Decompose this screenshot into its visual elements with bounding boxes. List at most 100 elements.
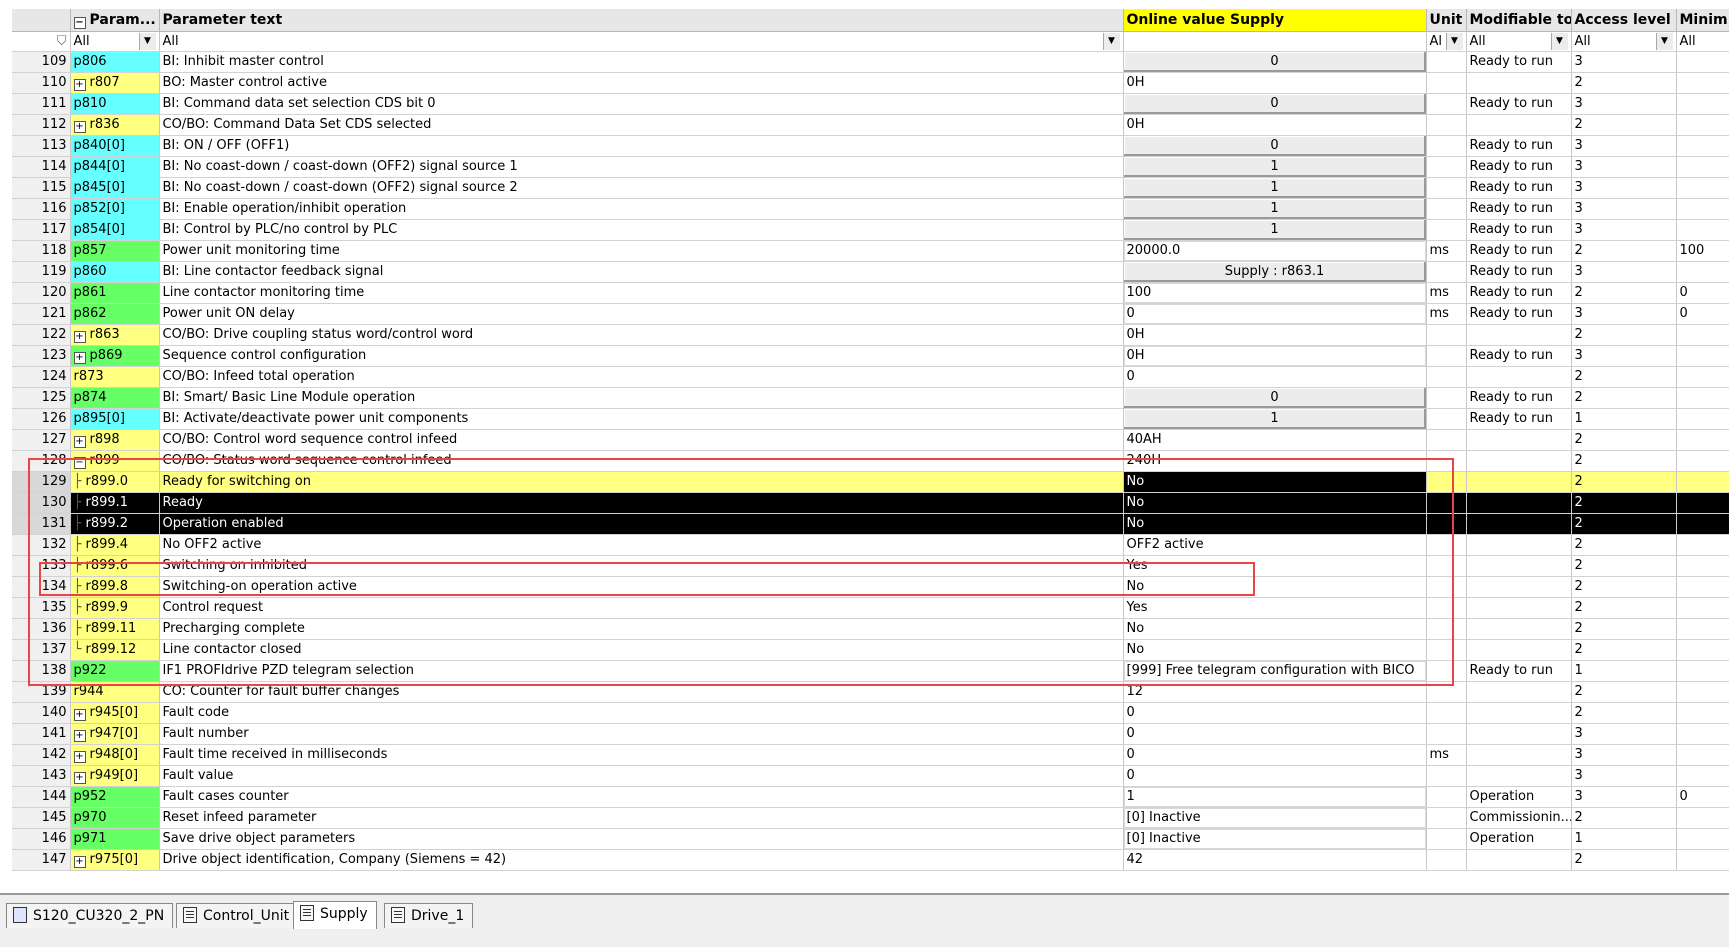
row-number[interactable]: 138 [12, 660, 71, 682]
table-row[interactable]: 128− r899 CO/BO: Status word sequence cont… [12, 450, 1729, 472]
modifiable-filter-dropdown[interactable]: All ▼ [1470, 33, 1568, 50]
online-value-button[interactable]: 1 [1123, 198, 1427, 220]
parameter-id[interactable]: p922 [70, 660, 160, 682]
expand-icon[interactable]: + [73, 730, 86, 742]
expand-icon[interactable]: + [73, 856, 86, 868]
parameter-id[interactable]: ├ r899.8 [70, 576, 160, 598]
parameter-id[interactable]: p854[0] [70, 219, 160, 241]
online-value-button[interactable]: 0 [1123, 93, 1427, 115]
row-number[interactable]: 139 [12, 681, 71, 703]
parameter-id[interactable]: p845[0] [70, 177, 160, 199]
row-number[interactable]: 142 [12, 744, 71, 766]
row-number[interactable]: 115 [12, 177, 71, 199]
table-row[interactable]: 119 p860 BI: Line contactor feedback signa… [12, 261, 1729, 283]
table-row[interactable]: 122 + r863 CO/BO: Drive coupling status wor… [12, 324, 1729, 346]
chevron-down-icon[interactable]: ▼ [1550, 33, 1568, 50]
parameter-id[interactable]: p952 [70, 786, 160, 808]
parameter-id[interactable]: ├ r899.11 [70, 618, 160, 640]
table-row[interactable]: 141 + r947[0] Fault number 0 3 [12, 723, 1729, 745]
column-header-parameter[interactable]: − Param... [70, 9, 160, 32]
table-row[interactable]: 127 + r898 CO/BO: Control word sequence con… [12, 429, 1729, 451]
row-number[interactable]: 134 [12, 576, 71, 598]
table-row[interactable]: 140 + r945[0] Fault code 0 2 [12, 702, 1729, 724]
table-row[interactable]: 143 + r949[0] Fault value 0 3 [12, 765, 1729, 787]
parameter-id[interactable]: ├ r899.9 [70, 597, 160, 619]
collapse-all-icon[interactable]: − [73, 16, 86, 29]
row-number[interactable]: 114 [12, 156, 71, 178]
online-value-field[interactable]: [0] Inactive [1123, 807, 1427, 829]
param-filter-dropdown[interactable]: All ▼ [74, 33, 156, 50]
parameter-id[interactable]: ├ r899.1 [70, 492, 160, 514]
row-number[interactable]: 133 [12, 555, 71, 577]
online-value-field[interactable]: [0] Inactive [1123, 828, 1427, 850]
table-row[interactable]: 146 p971 Save drive object parameters [0] I… [12, 828, 1729, 850]
table-row[interactable]: 144 p952 Fault cases counter 1 Operation 3 0 [12, 786, 1729, 808]
table-row[interactable]: 112 + r836 CO/BO: Command Data Set CDS sele… [12, 114, 1729, 136]
expand-icon[interactable]: + [73, 709, 86, 721]
row-number[interactable]: 118 [12, 240, 71, 262]
parameter-id[interactable]: + r949[0] [70, 765, 160, 787]
table-row[interactable]: 115 p845[0] BI: No coast-down / coast-down… [12, 177, 1729, 199]
parameter-id[interactable]: p970 [70, 807, 160, 829]
row-number[interactable]: 137 [12, 639, 71, 661]
parameter-id[interactable]: + r947[0] [70, 723, 160, 745]
tab-s120-cu320-2-pn[interactable]: S120_CU320_2_PN [6, 903, 174, 928]
column-header-online-value[interactable]: Online value Supply [1123, 9, 1427, 32]
tab-control-unit[interactable]: Control_Unit [176, 903, 299, 928]
row-number[interactable]: 120 [12, 282, 71, 304]
table-row[interactable]: 129 ├ r899.0 Ready for switching on No 2 [12, 471, 1729, 493]
row-number[interactable]: 143 [12, 765, 71, 787]
collapse-icon[interactable]: − [73, 457, 86, 469]
parameter-id[interactable]: p874 [70, 387, 160, 409]
table-row[interactable]: 138 p922 IF1 PROFIdrive PZD telegram selec… [12, 660, 1729, 682]
parameter-id[interactable]: + r863 [70, 324, 160, 346]
row-number[interactable]: 147 [12, 849, 71, 871]
row-number[interactable]: 136 [12, 618, 71, 640]
row-number[interactable]: 122 [12, 324, 71, 346]
online-value-button[interactable]: 0 [1123, 135, 1427, 157]
table-row[interactable]: 117 p854[0] BI: Control by PLC/no control … [12, 219, 1729, 241]
column-header-number[interactable] [12, 9, 71, 32]
online-value-button[interactable]: 0 [1123, 387, 1427, 409]
column-header-minimum[interactable]: Minim [1676, 9, 1729, 32]
table-row[interactable]: 114 p844[0] BI: No coast-down / coast-down… [12, 156, 1729, 178]
table-row[interactable]: 120 p861 Line contactor monitoring time 100… [12, 282, 1729, 304]
row-number[interactable]: 144 [12, 786, 71, 808]
row-number[interactable]: 125 [12, 387, 71, 409]
row-number[interactable]: 145 [12, 807, 71, 829]
row-number[interactable]: 111 [12, 93, 71, 115]
parameter-id[interactable]: p857 [70, 240, 160, 262]
row-number[interactable]: 129 [12, 471, 71, 493]
table-row[interactable]: 125 p874 BI: Smart/ Basic Line Module oper… [12, 387, 1729, 409]
row-number[interactable]: 123 [12, 345, 71, 367]
table-row[interactable]: 134 ├ r899.8 Switching-on operation active N… [12, 576, 1729, 598]
parameter-id[interactable]: p861 [70, 282, 160, 304]
table-row[interactable]: 135 ├ r899.9 Control request Yes 2 [12, 597, 1729, 619]
parameter-id[interactable]: + r945[0] [70, 702, 160, 724]
parameter-id[interactable]: p806 [70, 51, 160, 73]
row-number[interactable]: 110 [12, 72, 71, 94]
filter-icon[interactable]: ⛉ [57, 34, 67, 49]
parameter-id[interactable]: p895[0] [70, 408, 160, 430]
row-number[interactable]: 146 [12, 828, 71, 850]
online-value-button[interactable]: 0 [1123, 51, 1427, 73]
row-number[interactable]: 116 [12, 198, 71, 220]
row-number[interactable]: 127 [12, 429, 71, 451]
min-filter-dropdown[interactable]: All [1680, 33, 1726, 50]
table-row[interactable]: 136 ├ r899.11 Precharging complete No 2 [12, 618, 1729, 640]
column-header-access-level[interactable]: Access level [1571, 9, 1677, 32]
row-number[interactable]: 112 [12, 114, 71, 136]
row-number[interactable]: 140 [12, 702, 71, 724]
chevron-down-icon[interactable]: ▼ [138, 33, 156, 50]
parameter-id[interactable]: + r836 [70, 114, 160, 136]
row-number[interactable]: 119 [12, 261, 71, 283]
row-number[interactable]: 141 [12, 723, 71, 745]
expand-icon[interactable]: + [73, 121, 86, 133]
tab-drive-1[interactable]: Drive_1 [384, 903, 474, 928]
parameter-id[interactable]: + p869 [70, 345, 160, 367]
online-value-field[interactable]: 100 [1123, 282, 1427, 304]
table-row[interactable]: 145 p970 Reset infeed parameter [0] Inactiv… [12, 807, 1729, 829]
parameter-id[interactable]: ├ r899.6 [70, 555, 160, 577]
row-number[interactable]: 121 [12, 303, 71, 325]
online-value-field[interactable]: 0H [1123, 345, 1427, 367]
